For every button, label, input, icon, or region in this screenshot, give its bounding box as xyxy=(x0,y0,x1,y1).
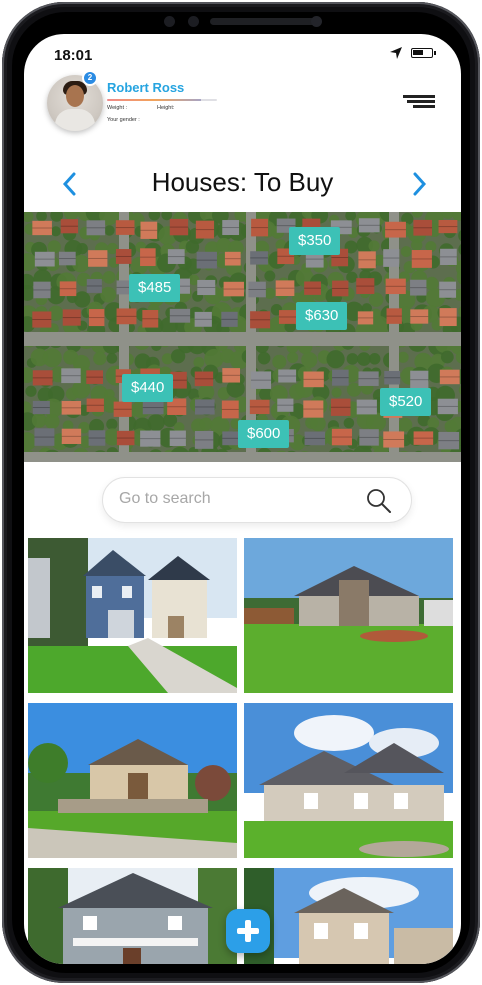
profile-progress-fill xyxy=(107,99,201,101)
listing-photo-hillside-bungalow[interactable] xyxy=(28,703,237,858)
notification-badge[interactable]: 2 xyxy=(82,70,98,86)
search-icon[interactable] xyxy=(365,487,393,515)
price-tag[interactable]: $520 xyxy=(380,388,432,416)
sensor-dot xyxy=(188,16,199,27)
sensor-dot xyxy=(164,16,175,27)
aerial-map[interactable]: $350 $485 $630 $440 $520 $600 xyxy=(24,212,461,462)
listing-photo-large-family-house[interactable] xyxy=(244,703,453,858)
gender-label: Your gender : xyxy=(107,117,140,123)
price-tag[interactable]: $485 xyxy=(129,274,181,302)
menu-icon[interactable] xyxy=(403,95,435,109)
speaker-grille xyxy=(210,18,318,25)
price-tag[interactable]: $630 xyxy=(296,302,348,330)
location-arrow-icon xyxy=(390,47,402,59)
price-tag[interactable]: $350 xyxy=(289,227,341,255)
height-label: Height: xyxy=(157,105,175,111)
user-name[interactable]: Robert Ross xyxy=(107,80,184,95)
price-tag[interactable]: $440 xyxy=(122,374,174,402)
listing-photo-grey-craftsman-house[interactable] xyxy=(28,868,237,964)
app-screen: 18:01 2 Robert Ross Weight : Height: You… xyxy=(24,34,461,964)
phone-frame: 18:01 2 Robert Ross Weight : Height: You… xyxy=(2,2,480,983)
listing-photo-stone-front-house[interactable] xyxy=(244,538,453,693)
add-listing-button[interactable] xyxy=(226,909,270,953)
search-bar[interactable] xyxy=(102,477,412,523)
chevron-right-icon[interactable] xyxy=(407,170,431,198)
profile-progress-bar xyxy=(107,99,217,101)
price-tag[interactable]: $600 xyxy=(238,420,290,448)
search-input[interactable] xyxy=(119,490,349,508)
weight-label: Weight : xyxy=(107,105,128,111)
page-title: Houses: To Buy xyxy=(151,167,334,197)
battery-icon xyxy=(411,48,436,58)
front-camera xyxy=(311,16,322,27)
status-time: 18:01 xyxy=(54,47,93,64)
listing-photo-blue-two-story-house[interactable] xyxy=(28,538,237,693)
status-icons xyxy=(389,46,436,60)
listing-photo-beige-suburban-house[interactable] xyxy=(244,868,453,964)
